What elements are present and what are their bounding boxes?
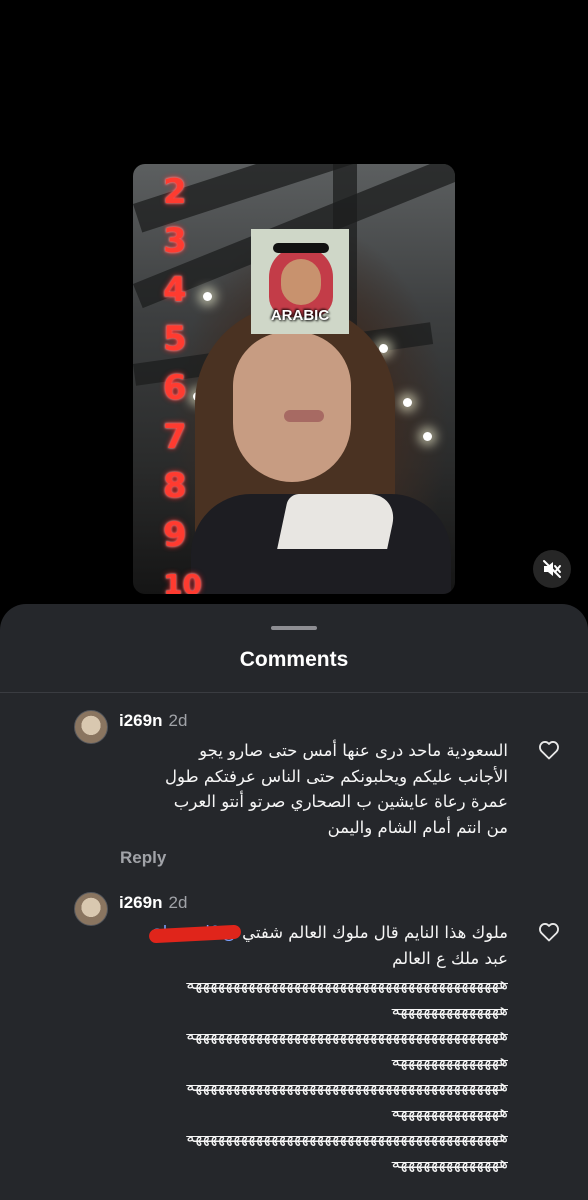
countdown-numbers: 2 3 4 5 6 7 8 9 10 <box>163 168 203 594</box>
ceiling-light <box>203 292 212 301</box>
comment-line: عمرة رعاة عايشين ب الصحاري صرتو أنتو الع… <box>173 792 508 811</box>
comment-line: ههههههههههههههه <box>391 1152 509 1172</box>
sheet-title: Comments <box>239 648 349 671</box>
countdown-number: 6 <box>163 368 187 408</box>
heart-icon <box>539 741 559 760</box>
sticker-face <box>281 259 321 305</box>
person-lips <box>284 410 324 422</box>
comment-time: 2d <box>168 711 188 730</box>
countdown-number: 7 <box>163 417 187 457</box>
heart-icon <box>539 923 559 942</box>
comment-line: السعودية ماحد درى عنها أمس حتى صارو يجو <box>199 741 508 760</box>
comment-line: عبد ملك ع العالم <box>392 948 508 968</box>
comment-line: الأجانب عليكم ويحلبونكم حتى الناس عرفتكم… <box>165 766 508 786</box>
mention-link[interactable]: @ahmad0 <box>148 923 242 944</box>
countdown-number: 10 <box>163 568 202 594</box>
countdown-number: 2 <box>163 172 187 212</box>
comment-username[interactable]: i269n 2d <box>119 893 187 913</box>
comment-line: ههههههههههههههه <box>391 1101 509 1121</box>
reply-button[interactable]: Reply <box>120 848 166 868</box>
person-face <box>233 332 351 482</box>
countdown-number: 8 <box>163 466 187 506</box>
like-button[interactable] <box>537 920 561 944</box>
countdown-number: 5 <box>163 319 187 359</box>
comment-line: من انتم أمام الشام واليمن <box>327 817 508 837</box>
face-filter-sticker: ARABIC <box>251 229 349 334</box>
muted-speaker-icon <box>543 560 561 578</box>
comment-text: السعودية ماحد درى عنها أمس حتى صارو يجو … <box>88 738 508 840</box>
countdown-number: 3 <box>163 221 187 261</box>
like-button[interactable] <box>537 738 561 762</box>
drag-handle[interactable] <box>271 626 317 630</box>
reel-video[interactable]: 2 3 4 5 6 7 8 9 10 ARABIC <box>133 164 455 594</box>
sticker-agal <box>273 243 329 253</box>
mute-button[interactable] <box>533 550 571 588</box>
comment-line: ملوك هذا النايم قال ملوك العالم شفتي <box>242 923 508 942</box>
username-text[interactable]: i269n <box>119 711 162 730</box>
ceiling-light <box>403 398 412 407</box>
comments-sheet: Comments i269n 2d السعودية ماحد درى عنها … <box>0 604 588 1200</box>
countdown-number: 4 <box>163 270 187 310</box>
comment-line: هههههههههههههههههههههههههههههههههههههههه… <box>186 974 508 993</box>
comment-username[interactable]: i269n 2d <box>119 711 187 731</box>
comment-time: 2d <box>168 893 188 912</box>
ceiling-light <box>423 432 432 441</box>
comment-line: ههههههههههههههه <box>391 999 509 1019</box>
divider <box>0 692 588 693</box>
comment-line: هههههههههههههههههههههههههههههههههههههههه… <box>186 1127 508 1146</box>
username-text[interactable]: i269n <box>119 893 162 912</box>
comment-line-with-mention: ملوك هذا النايم قال ملوك العالم شفتي @ah… <box>88 920 508 946</box>
comment-line: هههههههههههههههههههههههههههههههههههههههه… <box>186 1076 508 1095</box>
countdown-number: 9 <box>163 515 187 555</box>
comment-line: هههههههههههههههههههههههههههههههههههههههه… <box>186 1025 508 1044</box>
person-collar <box>277 494 399 549</box>
comment-line: ههههههههههههههه <box>391 1050 509 1070</box>
comment-text: ملوك هذا النايم قال ملوك العالم شفتي @ah… <box>88 920 509 1175</box>
sticker-label: ARABIC <box>270 307 330 324</box>
